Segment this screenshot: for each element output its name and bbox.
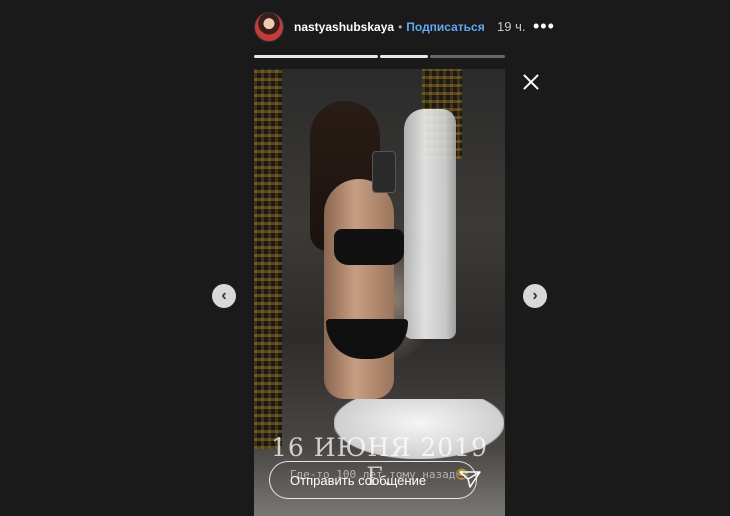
figure-top [334,229,404,265]
story-header: nastyashubskaya • Подписаться [254,12,485,42]
follow-button[interactable]: Подписаться [406,20,484,34]
chevron-right-icon[interactable]: › [523,284,547,308]
bathrobe [404,109,456,339]
progress-segment [254,55,378,58]
progress-segment [380,55,428,58]
more-icon[interactable]: ••• [533,14,555,38]
post-time: 19 ч. [497,19,526,34]
chevron-left-icon[interactable]: ‹ [212,284,236,308]
paper-plane-icon[interactable] [459,470,481,488]
close-icon[interactable] [519,70,543,94]
separator-dot: • [398,20,403,34]
username[interactable]: nastyashubskaya [294,20,394,34]
story-image[interactable]: 16 ИЮНЯ 2019 Г. Где-то 100 лет тому наза… [254,69,505,516]
phone [372,151,396,193]
mosaic-tiles [254,69,282,449]
figure-body [324,179,394,399]
reply-placeholder: Отправить сообщение [290,472,427,488]
reply-input[interactable]: Отправить сообщение [269,461,477,499]
progress-segment [430,55,505,58]
story-progress [254,55,505,58]
avatar[interactable] [254,12,284,42]
